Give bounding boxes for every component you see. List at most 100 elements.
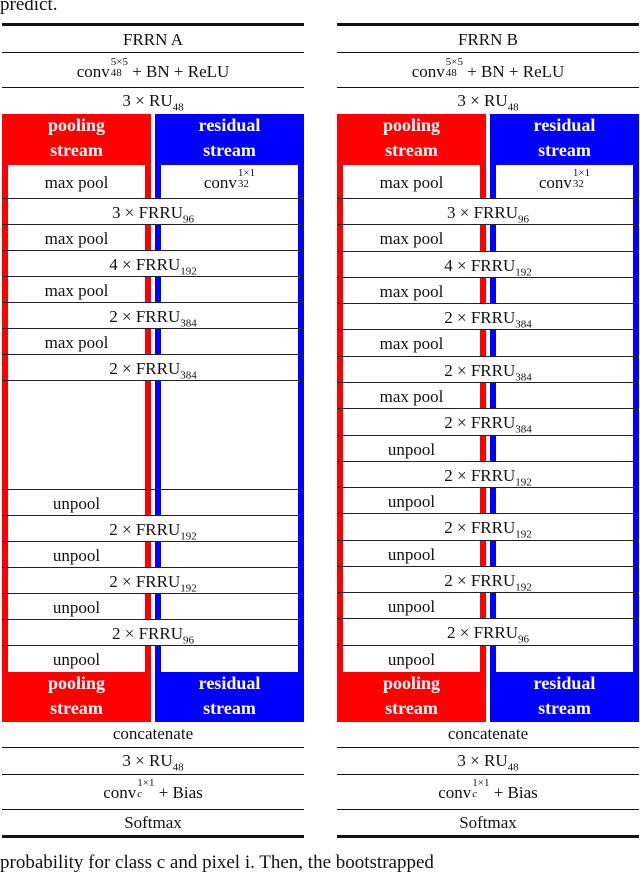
res-cell <box>496 488 633 515</box>
table-title: FRRN A <box>123 30 183 49</box>
frrn-b-table: FRRN B conv 5×5 48 + BN + ReLU 3 × RU48 pooli… <box>337 0 639 871</box>
unpool-label: unpool <box>387 649 436 669</box>
softmax-row: Softmax <box>459 813 517 832</box>
gap-cell <box>151 542 155 568</box>
max-pool-label: max pool <box>44 281 109 300</box>
classifier-conv-row: conv 1×1 c + Bias <box>103 777 203 802</box>
frru-row-label: 2 × FRRU192 <box>444 570 532 594</box>
frru-row-label: 4 × FRRU192 <box>109 255 197 278</box>
res-cell <box>161 225 298 251</box>
gap-cell <box>486 330 490 357</box>
table-title: FRRN B <box>458 30 518 49</box>
residual-stream-label-top: residual stream <box>198 115 261 160</box>
res-cell <box>161 381 298 490</box>
frru-row-label: 3 × FRRU96 <box>447 203 529 226</box>
max-pool-label: max pool <box>44 333 109 352</box>
residual-units-head: 3 × RU48 <box>457 91 519 114</box>
top-rule <box>337 23 639 26</box>
first-row-conv1x1: conv 1×1 32 <box>203 167 256 192</box>
frrn-a-table: FRRN A conv 5×5 48 + BN + ReLU 3 × RU48 pooli… <box>2 0 304 871</box>
gap-cell <box>151 381 155 490</box>
first-row-max-pool: max pool <box>379 173 444 192</box>
gap-cell <box>486 488 490 515</box>
frru-row-label: 2 × FRRU192 <box>444 518 532 541</box>
unpool-label: unpool <box>387 544 436 564</box>
unpool-label: unpool <box>387 492 436 512</box>
unpool-label: unpool <box>387 597 436 617</box>
frru-row-label: 2 × FRRU192 <box>109 572 197 595</box>
frru-row-label: 2 × FRRU384 <box>109 307 197 330</box>
gap-cell <box>486 645 490 672</box>
res-cell <box>161 277 298 303</box>
gap-cell <box>486 225 490 252</box>
unpool-label: unpool <box>52 650 101 669</box>
residual-units-tail: 3 × RU48 <box>457 751 519 774</box>
max-pool-label: max pool <box>379 334 444 354</box>
res-cell <box>496 382 633 410</box>
frru-row-label: 2 × FRRU384 <box>444 413 532 436</box>
rule <box>2 87 304 88</box>
rule <box>2 774 304 775</box>
gap-cell <box>151 646 155 672</box>
residual-stream-label-bottom: residual stream <box>198 673 261 718</box>
first-row-conv1x1: conv 1×1 32 <box>538 167 591 192</box>
top-rule <box>2 23 304 26</box>
res-cell <box>161 646 298 672</box>
res-cell <box>496 435 633 462</box>
bottom-rule <box>2 835 304 838</box>
res-cell <box>161 594 298 620</box>
frru-row-label: 2 × FRRU192 <box>109 520 197 543</box>
res-cell <box>496 540 633 567</box>
stream-gap <box>486 114 490 165</box>
frru-row-label: 4 × FRRU192 <box>444 255 532 278</box>
frru-row-label: 2 × FRRU384 <box>109 359 197 382</box>
max-pool-label: max pool <box>379 281 444 301</box>
bottom-rule <box>337 835 639 838</box>
gap-cell <box>486 593 490 620</box>
res-cell <box>496 593 633 620</box>
gap-cell <box>151 490 155 516</box>
pooling-stream-label-bottom: pooling stream <box>382 673 441 718</box>
max-pool-label: max pool <box>379 386 444 406</box>
rule <box>2 809 304 810</box>
gap-cell <box>486 540 490 567</box>
gap-cell <box>151 277 155 303</box>
residual-units-tail: 3 × RU48 <box>122 751 184 774</box>
res-cell <box>161 490 298 516</box>
frru-row-label: 2 × FRRU96 <box>112 624 194 647</box>
res-cell <box>161 542 298 568</box>
res-cell <box>496 330 633 357</box>
frru-row-label: 3 × FRRU96 <box>112 203 194 226</box>
rule <box>337 809 639 810</box>
gap-cell <box>151 225 155 251</box>
rule <box>337 87 639 88</box>
pooling-stream-label-top: pooling stream <box>382 115 441 160</box>
gap-cell <box>151 329 155 355</box>
unpool-label: unpool <box>52 598 101 617</box>
gap-cell <box>151 594 155 620</box>
res-cell <box>496 225 633 252</box>
res-cell <box>161 329 298 355</box>
res-cell <box>496 645 633 672</box>
gap-cell <box>486 435 490 462</box>
softmax-row: Softmax <box>124 813 182 832</box>
concatenate-row: concatenate <box>447 724 529 743</box>
frru-row-label: 2 × FRRU192 <box>444 465 532 489</box>
first-conv-layer: conv 5×5 48 + BN + ReLU <box>76 56 230 81</box>
residual-units-head: 3 × RU48 <box>122 91 184 114</box>
res-cell <box>496 277 633 305</box>
pooling-stream-label-top: pooling stream <box>47 115 106 160</box>
classifier-conv-row: conv 1×1 c + Bias <box>438 777 538 802</box>
pooling-stream-label-bottom: pooling stream <box>47 673 106 718</box>
frru-row-label: 2 × FRRU96 <box>447 623 529 646</box>
max-pool-label: max pool <box>44 229 109 248</box>
concatenate-row: concatenate <box>112 724 194 743</box>
unpool-label: unpool <box>52 546 101 565</box>
pool-cell <box>8 381 145 490</box>
rule <box>337 747 639 748</box>
rule <box>2 52 304 53</box>
rule <box>2 747 304 748</box>
frru-row-label: 2 × FRRU384 <box>444 308 532 331</box>
rule <box>337 774 639 775</box>
rule <box>337 52 639 53</box>
